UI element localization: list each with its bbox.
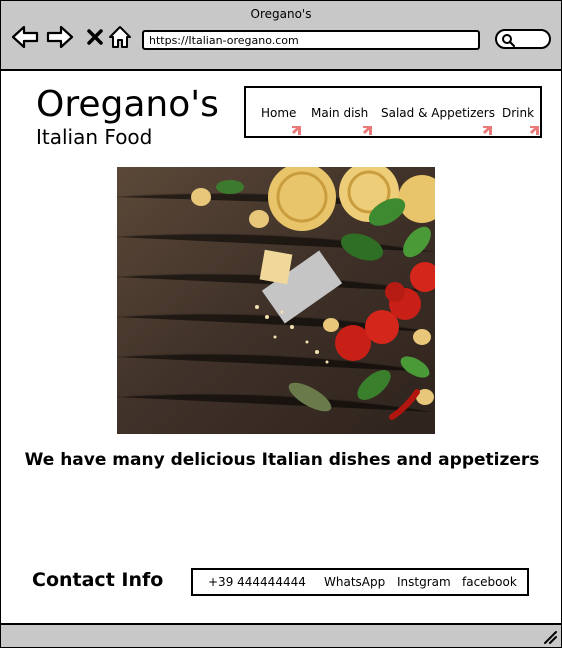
contact-instagram[interactable]: Instgram <box>397 575 451 589</box>
nav-item-salad-appetizers[interactable]: Salad & Appetizers <box>381 106 495 120</box>
contact-title: Contact Info <box>32 569 164 591</box>
browser-chrome: Oregano's https://Italian-oregano.com <box>1 1 561 71</box>
window-title: Oregano's <box>250 7 312 21</box>
site-title: Oregano's <box>36 84 219 125</box>
browser-search-field[interactable] <box>495 29 551 49</box>
status-bar <box>1 623 561 647</box>
hero-image <box>117 167 435 434</box>
contact-links: +39 444444444 WhatsApp Instgram facebook <box>191 568 529 596</box>
contact-whatsapp[interactable]: WhatsApp <box>324 575 385 589</box>
home-icon[interactable] <box>106 23 134 51</box>
back-arrow-icon[interactable] <box>11 23 39 51</box>
nav-item-home[interactable]: Home <box>261 106 296 120</box>
nav-item-main-dish[interactable]: Main dish <box>311 106 368 120</box>
link-cursor-icon <box>530 126 539 135</box>
resize-grip-icon[interactable] <box>543 630 557 644</box>
link-cursor-icon <box>292 126 301 135</box>
forward-arrow-icon[interactable] <box>46 23 74 51</box>
link-cursor-icon <box>483 126 492 135</box>
link-cursor-icon <box>363 126 372 135</box>
contact-phone[interactable]: +39 444444444 <box>208 575 306 589</box>
browser-window: Oregano's https://Italian-oregano.com Or… <box>0 0 562 648</box>
site-subtitle: Italian Food <box>36 125 153 149</box>
address-bar[interactable]: https://Italian-oregano.com <box>142 30 480 50</box>
nav-item-drink[interactable]: Drink <box>502 106 534 120</box>
close-x-icon[interactable] <box>81 23 109 51</box>
main-nav: Home Main dish Salad & Appetizers Drink <box>244 86 542 138</box>
contact-facebook[interactable]: facebook <box>462 575 517 589</box>
tagline: We have many delicious Italian dishes an… <box>24 450 540 470</box>
search-icon <box>502 34 515 47</box>
